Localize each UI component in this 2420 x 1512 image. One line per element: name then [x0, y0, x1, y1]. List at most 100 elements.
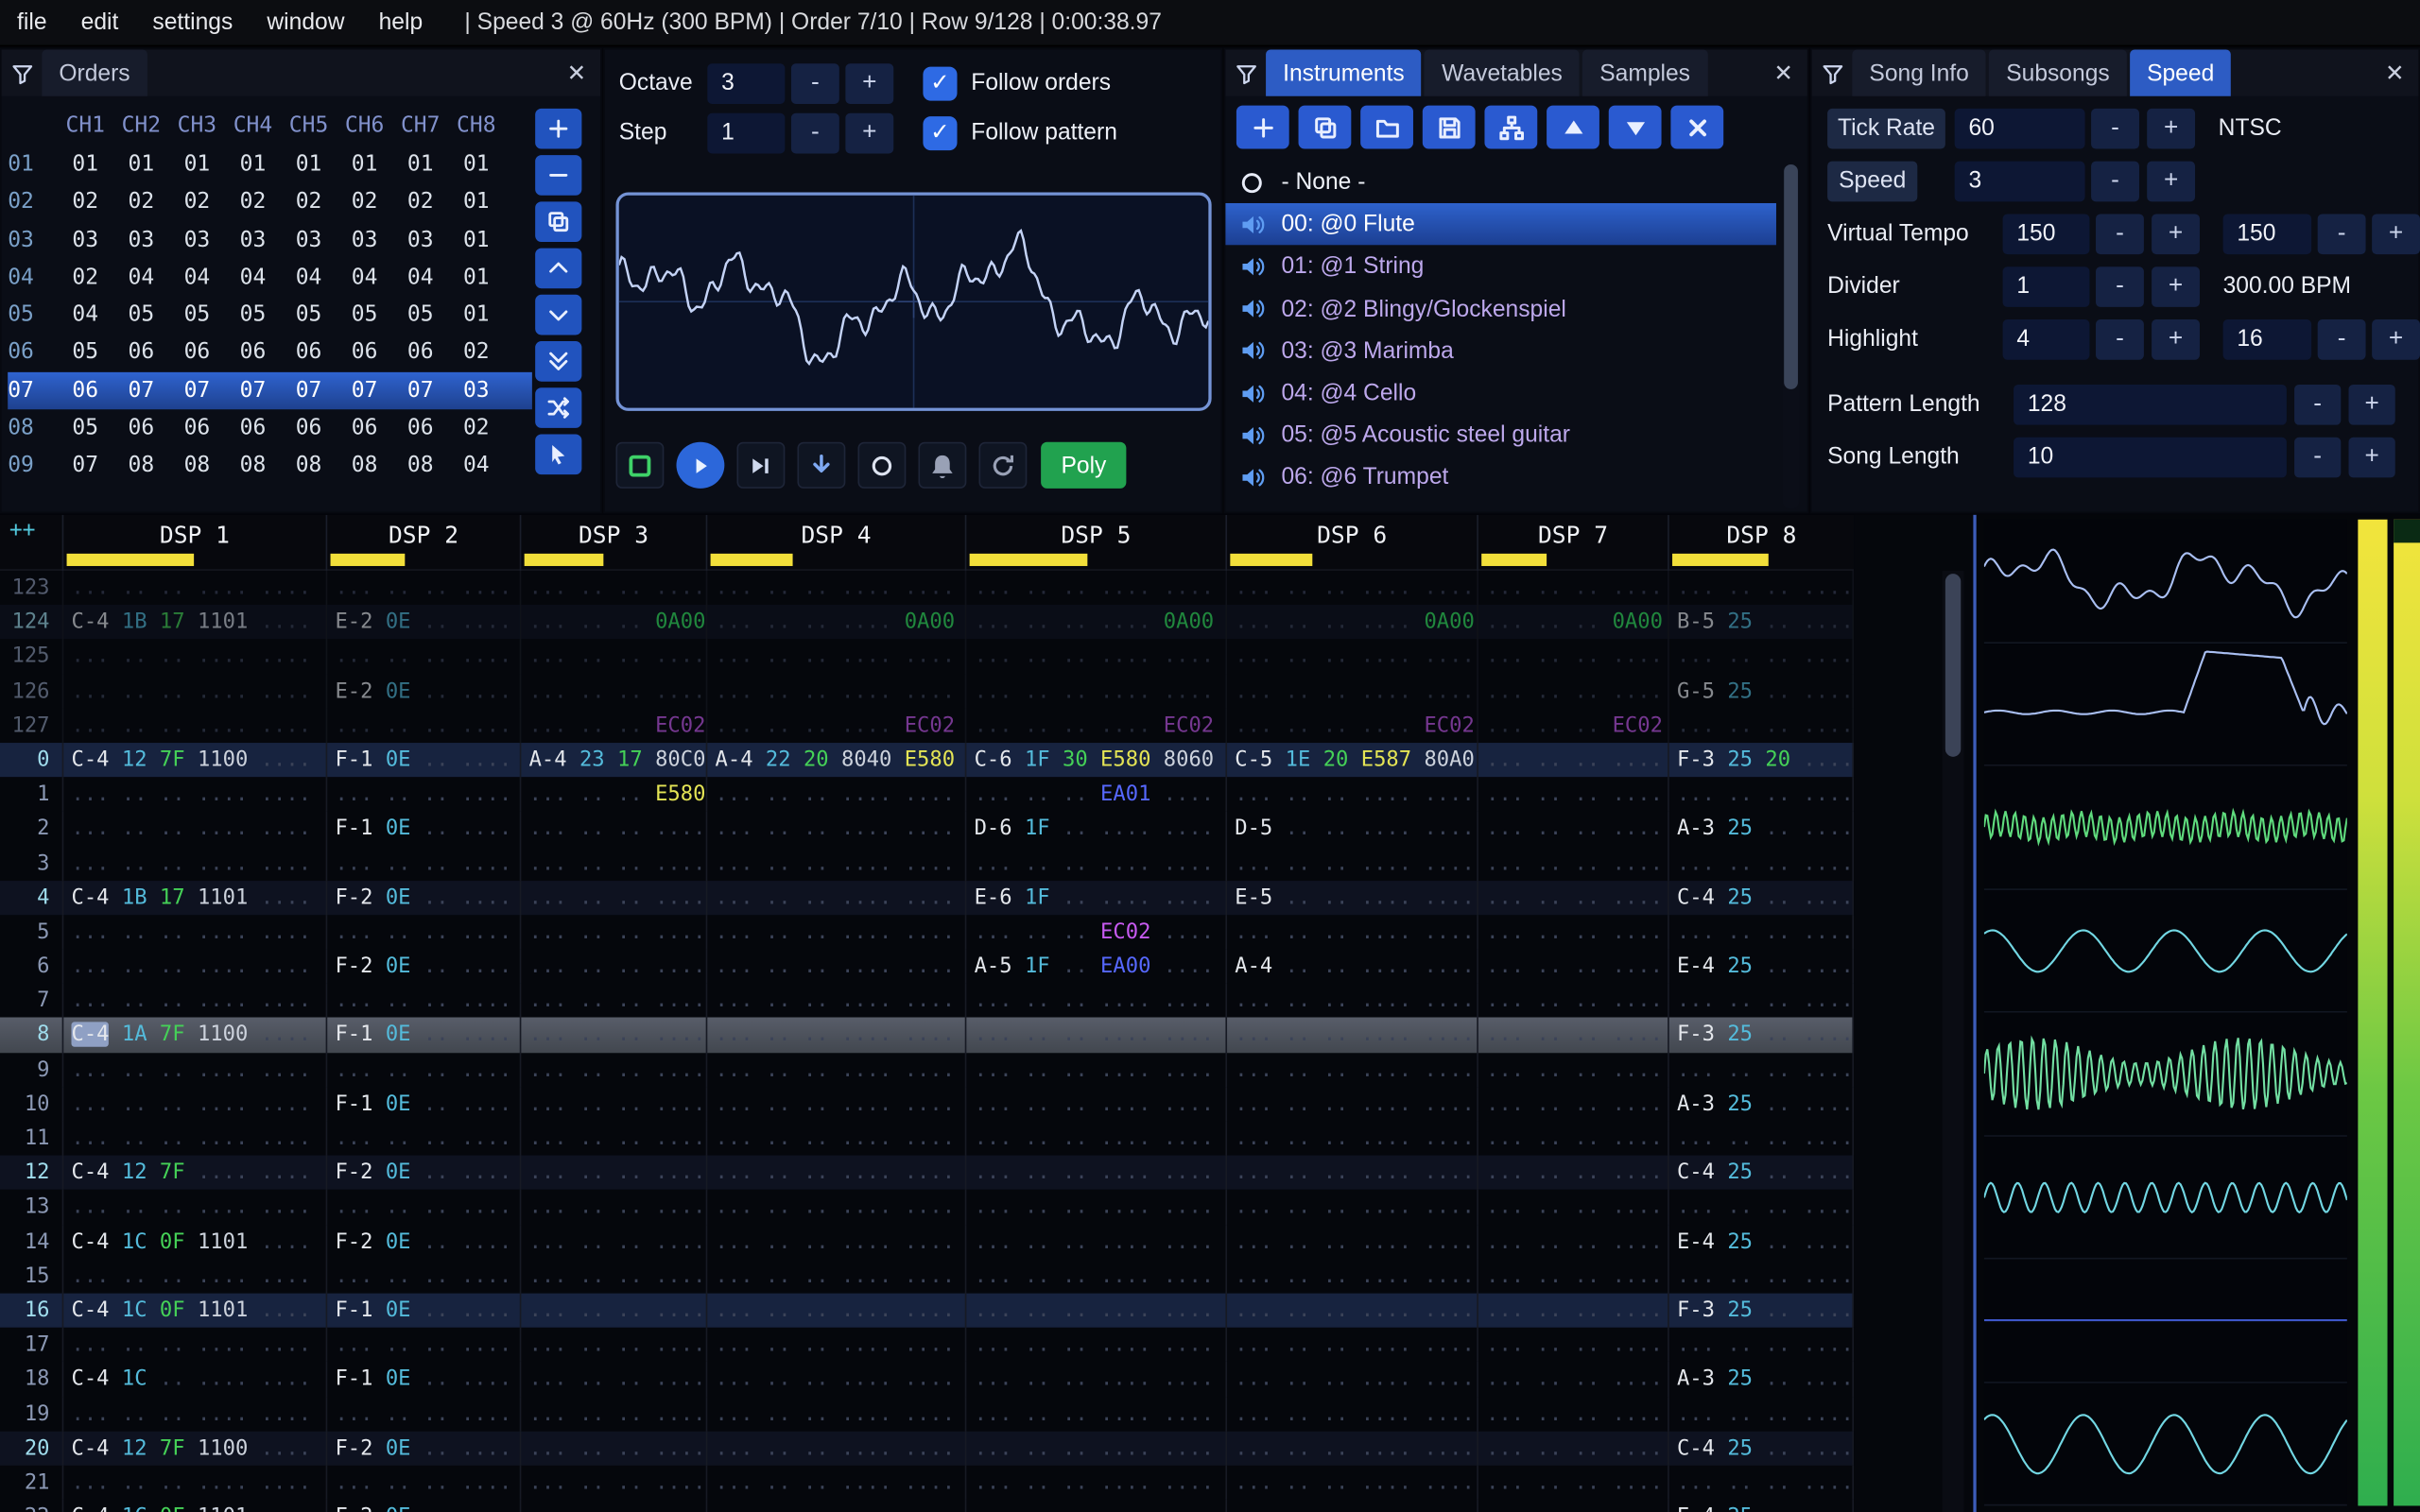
step-increase-button[interactable]: +	[845, 112, 894, 154]
pattern-cell-ch5[interactable]: ... .. .. .... ....	[964, 1431, 1226, 1466]
pattern-cell-ch6[interactable]: ... .. .. .... ....	[1225, 1052, 1477, 1088]
order-cell[interactable]: 08	[113, 447, 169, 485]
pattern-cell-ch8[interactable]: E-4 25 .. ....	[1668, 1499, 1855, 1512]
pattern-length-increase[interactable]: +	[2348, 384, 2395, 425]
tick-rate-increase-button[interactable]: +	[2147, 108, 2196, 149]
pattern-cell-ch5[interactable]: ... .. .. .... ....	[964, 1396, 1226, 1432]
order-cell[interactable]: 01	[448, 146, 504, 183]
order-cell[interactable]: 03	[448, 371, 504, 409]
pattern-cell-ch7[interactable]: ... .. .. ....	[1477, 880, 1668, 915]
pattern-cell-ch4[interactable]: ... .. .. .... ....	[705, 1121, 965, 1156]
octave-decrease-button[interactable]: -	[790, 63, 839, 104]
tab-samples[interactable]: Samples	[1582, 49, 1708, 96]
orders-row-number[interactable]: 07	[8, 371, 58, 409]
virtual-tempo-num-increase[interactable]: +	[2152, 214, 2200, 255]
randomize-icon[interactable]	[535, 387, 582, 428]
pattern-cell-ch5[interactable]: ... .. .. .... ....	[964, 1465, 1226, 1500]
order-cell[interactable]: 04	[225, 259, 281, 297]
duplicate-icon[interactable]	[1298, 105, 1352, 149]
highlight-first-increase[interactable]: +	[2152, 319, 2200, 360]
tab-subsongs[interactable]: Subsongs	[1989, 49, 2127, 96]
save-icon[interactable]	[1422, 105, 1476, 149]
order-cell[interactable]: 03	[113, 221, 169, 259]
channel-header-dsp-3[interactable]: DSP 3	[519, 514, 706, 571]
instrument-item[interactable]: 01: @1 String	[1225, 246, 1776, 288]
step-one-row-button[interactable]	[797, 441, 846, 489]
close-icon[interactable]: ✕	[1773, 50, 1793, 96]
octave-increase-button[interactable]: +	[845, 63, 894, 104]
orders-row-number[interactable]: 08	[8, 409, 58, 447]
tab-song-info[interactable]: Song Info	[1852, 49, 1986, 96]
pattern-cell-ch7[interactable]: ... .. .. ....	[1477, 1052, 1668, 1088]
channel-header-dsp-7[interactable]: DSP 7	[1477, 514, 1668, 571]
pattern-cell-ch6[interactable]: ... .. .. .... ....	[1225, 1465, 1477, 1500]
pattern-cell-ch1[interactable]: C-4 1C 0F 1101 ....	[61, 1499, 326, 1512]
window-menu-icon[interactable]	[1812, 50, 1853, 96]
order-cell[interactable]: 06	[337, 409, 392, 447]
pattern-cell-ch3[interactable]: ... .. .. EC02	[519, 708, 706, 743]
order-cell[interactable]: 02	[113, 183, 169, 221]
pattern-cell-ch1[interactable]: C-4 1C 0F 1101 ....	[61, 1293, 326, 1328]
pattern-cell-ch2[interactable]: F-2 0E .. ....	[325, 1499, 520, 1512]
pattern-cell-ch1[interactable]: C-4 1B 17 1101 ....	[61, 880, 326, 915]
pattern-cell-ch2[interactable]: F-2 0E .. ....	[325, 949, 520, 984]
pattern-cell-ch7[interactable]: ... .. .. ....	[1477, 1259, 1668, 1294]
pattern-cell-ch2[interactable]: ... .. .. ....	[325, 570, 520, 606]
song-length-decrease[interactable]: -	[2294, 437, 2342, 478]
pattern-cell-ch3[interactable]: ... .. .. ....	[519, 1396, 706, 1432]
pattern-cell-ch3[interactable]: ... .. .. ....	[519, 1499, 706, 1512]
order-cell[interactable]: 07	[58, 447, 113, 485]
channel-header-dsp-8[interactable]: DSP 8	[1668, 514, 1854, 571]
pattern-cell-ch3[interactable]: ... .. .. ....	[519, 570, 706, 606]
pattern-cell-ch6[interactable]: ... .. .. .... 0A00	[1225, 605, 1477, 640]
close-icon[interactable]: ✕	[567, 50, 587, 96]
pattern-cell-ch4[interactable]: ... .. .. .... ....	[705, 1396, 965, 1432]
pattern-cell-ch4[interactable]: ... .. .. .... ....	[705, 811, 965, 847]
pattern-cell-ch1[interactable]: C-4 1C .. .... ....	[61, 1362, 326, 1397]
orders-row-number[interactable]: 05	[8, 297, 58, 335]
pattern-cell-ch3[interactable]: ... .. .. ....	[519, 983, 706, 1019]
pattern-cell-ch5[interactable]: ... .. .. EA01 ....	[964, 777, 1226, 812]
pattern-cell-ch4[interactable]: ... .. .. .... ....	[705, 639, 965, 675]
orders-row-number[interactable]: 01	[8, 146, 58, 183]
add-icon[interactable]	[535, 108, 582, 149]
pattern-cell-ch1[interactable]: ... .. .. .... ....	[61, 639, 326, 675]
pattern-cell-ch7[interactable]: ... .. .. ....	[1477, 1362, 1668, 1397]
order-cell[interactable]: 03	[281, 221, 337, 259]
order-cell[interactable]: 01	[58, 146, 113, 183]
channel-header-dsp-2[interactable]: DSP 2	[325, 514, 520, 571]
pattern-cell-ch6[interactable]: ... .. .. .... ....	[1225, 570, 1477, 606]
down-icon[interactable]	[1608, 105, 1662, 149]
instrument-item-none[interactable]: - None -	[1225, 162, 1776, 204]
virtual-tempo-den-input[interactable]: 150	[2222, 214, 2312, 255]
highlight-second-decrease[interactable]: -	[2317, 319, 2366, 360]
order-cell[interactable]: 07	[337, 371, 392, 409]
highlight-first-decrease[interactable]: -	[2096, 319, 2144, 360]
record-button[interactable]	[857, 441, 907, 489]
order-cell[interactable]: 05	[169, 297, 225, 335]
window-menu-icon[interactable]	[1225, 50, 1266, 96]
pattern-cell-ch6[interactable]: D-5 .. .. .... ....	[1225, 811, 1477, 847]
tab-speed[interactable]: Speed	[2130, 49, 2232, 96]
order-cell[interactable]: 01	[169, 146, 225, 183]
virtual-tempo-den-increase[interactable]: +	[2372, 214, 2420, 255]
pattern-scrollbar[interactable]	[1942, 570, 1964, 1512]
channel-header-dsp-5[interactable]: DSP 5	[964, 514, 1226, 571]
pattern-cell-ch5[interactable]: ... .. .. .... ....	[964, 1499, 1226, 1512]
pattern-cell-ch6[interactable]: ... .. .. .... ....	[1225, 1190, 1477, 1225]
tick-rate-button[interactable]: Tick Rate	[1827, 108, 1945, 149]
order-cell[interactable]: 06	[281, 335, 337, 372]
pattern-cell-ch1[interactable]: ... .. .. .... ....	[61, 1396, 326, 1432]
pattern-cell-ch1[interactable]: ... .. .. .... ....	[61, 1052, 326, 1088]
pattern-cell-ch4[interactable]: ... .. .. .... ....	[705, 1465, 965, 1500]
pattern-cell-ch8[interactable]: F-3 25 .. ....	[1668, 1018, 1855, 1053]
instrument-item[interactable]: 06: @6 Trumpet	[1225, 456, 1776, 499]
pattern-cell-ch4[interactable]: ... .. .. .... ....	[705, 1087, 965, 1122]
order-cell[interactable]: 06	[113, 409, 169, 447]
pattern-cell-ch4[interactable]: ... .. .. .... ....	[705, 914, 965, 950]
pattern-cell-ch6[interactable]: ... .. .. .... ....	[1225, 1018, 1477, 1053]
tick-rate-input[interactable]: 60	[1954, 108, 2085, 149]
pattern-cell-ch5[interactable]: ... .. .. .... ....	[964, 1121, 1226, 1156]
pattern-cell-ch8[interactable]: E-4 25 .. ....	[1668, 949, 1855, 984]
pattern-cell-ch1[interactable]: ... .. .. .... ....	[61, 1259, 326, 1294]
